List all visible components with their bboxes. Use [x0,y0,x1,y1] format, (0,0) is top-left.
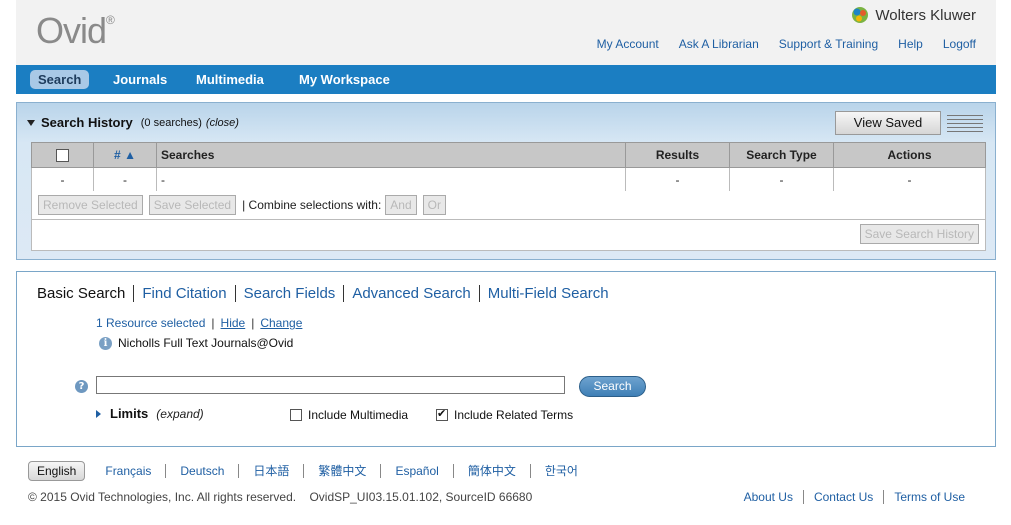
include-related-terms-checkbox[interactable] [436,407,448,421]
ovid-logo[interactable]: Ovid® [36,10,115,52]
remove-selected-button[interactable]: Remove Selected [38,195,143,215]
tab-my-workspace[interactable]: My Workspace [299,70,390,89]
expand-triangle-icon[interactable] [96,409,101,418]
my-account-link[interactable]: My Account [597,37,659,51]
tab-journals[interactable]: Journals [113,70,167,89]
combine-and-button[interactable]: And [385,195,417,215]
tab-divider [343,285,345,302]
tab-divider [234,285,236,302]
logoff-link[interactable]: Logoff [943,37,976,51]
include-multimedia-option[interactable]: Include Multimedia [290,408,408,422]
resource-selection-line: 1 Resource selected | Hide | Change [96,316,303,330]
search-history-panel: Search History (0 searches) (close) View… [16,102,996,260]
language-english[interactable]: English [28,461,86,481]
save-search-history-button[interactable]: Save Search History [859,224,979,244]
include-related-terms-label: Include Related Terms [454,408,574,422]
view-saved-button[interactable]: View Saved [835,111,941,135]
support-training-link[interactable]: Support & Training [779,37,878,51]
language-simplified-chinese[interactable]: 簡体中文 [452,464,530,478]
search-panel: Basic Search Find Citation Search Fields… [16,271,996,447]
close-link[interactable]: (close) [206,117,239,129]
expand-link[interactable]: (expand) [156,407,203,421]
ask-a-librarian-link[interactable]: Ask A Librarian [679,37,759,51]
table-header-row: # ▲ Searches Results Search Type Actions [31,142,986,168]
resource-name: Nicholls Full Text Journals@Ovid [118,336,294,350]
search-input[interactable] [96,376,565,394]
column-number[interactable]: # ▲ [93,142,157,168]
select-all-checkbox[interactable] [56,149,69,163]
search-history-table: # ▲ Searches Results Search Type Actions… [31,142,986,192]
tab-basic-search[interactable]: Basic Search [37,285,125,302]
language-spanish[interactable]: Español [380,464,452,478]
sort-ascending-icon[interactable]: ▲ [124,148,136,162]
include-multimedia-label: Include Multimedia [308,408,409,422]
column-results: Results [625,142,730,168]
version-text: OvidSP_UI03.15.01.102, SourceID 66680 [309,490,533,504]
contact-us-link[interactable]: Contact Us [802,490,883,504]
language-traditional-chinese[interactable]: 繁體中文 [303,464,380,478]
limits-label: Limits [110,406,149,421]
search-count: (0 searches) [140,116,202,129]
history-actions-row: Remove Selected Save Selected | Combine … [31,191,986,220]
help-question-icon[interactable]: ? [75,380,88,393]
column-actions: Actions [833,142,986,168]
hide-resources-link[interactable]: Hide [221,316,246,330]
copyright-text: © 2015 Ovid Technologies, Inc. All right… [28,490,297,504]
combine-or-button[interactable]: Or [422,195,446,215]
language-french[interactable]: Français [91,464,165,478]
select-all-checkbox-cell[interactable] [31,142,94,168]
limits-toggle[interactable]: Limits (expand) [96,406,204,421]
language-german[interactable]: Deutsch [165,464,238,478]
table-row: - - - - - - [31,167,986,192]
wolters-kluwer-globe-icon [852,7,869,23]
tab-divider [133,285,135,302]
search-mode-tabs: Basic Search Find Citation Search Fields… [37,285,609,302]
main-nav: Search Journals Multimedia My Workspace [16,65,996,94]
combine-label: | Combine selections with: [242,198,382,212]
header: Ovid® Wolters Kluwer My Account Ask A Li… [16,0,996,65]
tab-find-citation[interactable]: Find Citation [142,285,226,302]
search-history-header[interactable]: Search History (0 searches) (close) [27,115,239,130]
tab-search-fields[interactable]: Search Fields [244,285,336,302]
search-history-title: Search History [41,115,133,130]
resources-selected-text: 1 Resource selected [96,316,206,330]
terms-of-use-link[interactable]: Terms of Use [883,490,975,504]
save-selected-button[interactable]: Save Selected [148,195,237,215]
search-button[interactable]: Search [579,376,646,397]
help-link[interactable]: Help [898,37,923,51]
collapse-triangle-icon[interactable] [27,119,35,126]
info-icon[interactable]: i [99,336,112,350]
language-selector: English Français Deutsch 日本語 繁體中文 Españo… [28,461,592,481]
footer-links: About Us Contact Us Terms of Use [734,490,975,504]
copyright-line: © 2015 Ovid Technologies, Inc. All right… [28,490,532,504]
include-multimedia-checkbox[interactable] [290,409,302,421]
resize-grip-icon[interactable] [947,115,983,133]
tab-advanced-search[interactable]: Advanced Search [352,285,470,302]
selected-resource: i Nicholls Full Text Journals@Ovid [99,336,293,350]
tab-multi-field-search[interactable]: Multi-Field Search [488,285,609,302]
tab-search[interactable]: Search [30,70,90,89]
top-links: My Account Ask A Librarian Support & Tra… [597,37,976,51]
about-us-link[interactable]: About Us [734,490,803,504]
save-history-row: Save Search History [31,220,986,251]
column-search-type: Search Type [729,142,834,168]
include-related-terms-option[interactable]: Include Related Terms [436,407,574,422]
change-resources-link[interactable]: Change [260,316,302,330]
wolters-kluwer-logo[interactable]: Wolters Kluwer [851,6,976,24]
tab-multimedia[interactable]: Multimedia [196,70,264,89]
language-japanese[interactable]: 日本語 [238,464,303,478]
tab-divider [478,285,480,302]
language-korean[interactable]: 한국어 [529,464,592,478]
column-searches: Searches [156,142,626,168]
